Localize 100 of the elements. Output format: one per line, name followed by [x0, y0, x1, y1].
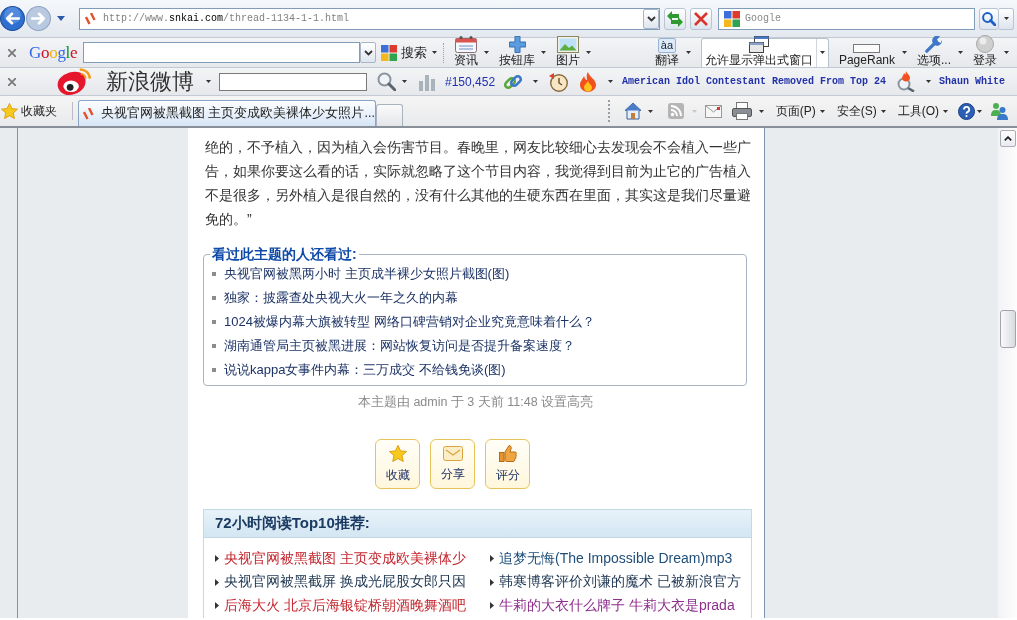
related-link[interactable]: 独家：披露查处央视大火一年之久的内幕	[224, 289, 458, 307]
caret-icon[interactable]	[977, 109, 982, 113]
caret-icon[interactable]	[402, 80, 407, 83]
search-icon[interactable]	[377, 72, 396, 91]
toolbar-button[interactable]: àa 翻译	[654, 38, 679, 67]
top10-link[interactable]: 追梦无悔(The Impossible Dream)mp3	[499, 549, 733, 568]
caret-icon[interactable]	[685, 51, 691, 54]
square-bullet-icon	[212, 368, 216, 372]
caret-icon[interactable]	[958, 51, 963, 54]
square-bullet-icon	[212, 296, 216, 300]
chevron-down-icon	[646, 15, 656, 22]
caret-icon[interactable]	[647, 109, 653, 113]
translate-icon: àa	[657, 38, 677, 53]
related-link[interactable]: 央视官网被黑两小时 主页成半裸少女照片截图(图)	[224, 265, 510, 283]
search-field[interactable]	[83, 42, 361, 63]
caret-icon[interactable]	[541, 51, 547, 54]
address-field[interactable]: http://www.snkai.com/thread-1134-1-1.html	[79, 7, 660, 30]
refresh-button[interactable]	[664, 7, 686, 30]
caret-icon[interactable]	[608, 80, 614, 83]
caret-icon	[1003, 17, 1009, 20]
menu-button[interactable]: 安全(S)	[836, 102, 886, 120]
thumbs-up-icon	[498, 444, 517, 462]
eye-logo-icon	[56, 68, 92, 95]
count-link[interactable]: #150,452	[445, 74, 496, 89]
printer-icon[interactable]	[731, 102, 752, 120]
toolbar-button[interactable]: 登录	[973, 38, 997, 67]
related-link[interactable]: 1024被爆内幕大旗被转型 网络口碑营销对企业究竟意味着什么？	[224, 313, 595, 331]
toolbar-button[interactable]: 按钮库	[499, 38, 536, 67]
close-icon[interactable]	[8, 77, 16, 86]
envelope-icon[interactable]	[704, 104, 722, 118]
clock-icon[interactable]	[548, 71, 569, 92]
slash-marks-icon	[83, 107, 95, 120]
caret-icon[interactable]	[943, 109, 948, 113]
related-link[interactable]: 湖南通管局主页被黑进展：网站恢复访问是否提升备案速度？	[224, 337, 575, 355]
refresh-icon	[667, 10, 683, 27]
toolbar-button[interactable]: PageRank	[838, 38, 895, 67]
top10-link[interactable]: 牛莉的大衣什么牌子 牛莉大衣是prada	[499, 596, 735, 615]
menu-button[interactable]: 工具(O)	[897, 102, 948, 120]
toolbar-button[interactable]: 资讯	[454, 38, 479, 67]
figures-icon[interactable]	[990, 102, 1008, 120]
plus-icon	[508, 36, 526, 53]
caret-icon[interactable]	[819, 51, 825, 54]
caret-icon[interactable]	[57, 16, 65, 21]
square-bullet-icon	[212, 272, 216, 276]
stop-button[interactable]	[690, 7, 712, 30]
star-icon	[1, 103, 18, 119]
caret-icon[interactable]	[880, 109, 886, 113]
caret-icon[interactable]	[926, 80, 932, 83]
help-icon[interactable]	[958, 102, 975, 120]
chevron-up-icon	[1003, 136, 1012, 141]
blocks-icon	[381, 44, 398, 61]
flame-icon[interactable]	[580, 71, 597, 92]
caret-icon[interactable]	[1004, 51, 1009, 54]
top10-link[interactable]: 韩寒博客评价刘谦的魔术 已被新浪官方	[499, 573, 741, 592]
flame-search-icon[interactable]	[896, 71, 917, 92]
toolbar-button[interactable]: 选项...	[917, 38, 951, 67]
caret-icon[interactable]	[206, 80, 211, 83]
dropdown-button[interactable]	[643, 8, 659, 29]
toolbar-button[interactable]: 图片	[556, 38, 581, 67]
top10-link[interactable]: 后海大火 北京后海银锭桥朝酒晚舞酒吧	[224, 596, 466, 615]
search-button[interactable]	[979, 7, 999, 30]
triangle-bullet-icon	[215, 602, 219, 610]
triangle-bullet-icon	[490, 555, 494, 563]
toolbar-button[interactable]: 允许显示弹出式窗口	[700, 38, 829, 67]
search-icon	[982, 11, 996, 26]
search-button[interactable]: 搜索	[381, 43, 428, 62]
related-link[interactable]: 说说kappa女事件内幕：三万成交 不给钱免谈(图)	[224, 361, 506, 379]
rate-button[interactable]: 评分	[485, 439, 530, 489]
search-field[interactable]: Google	[718, 7, 975, 30]
scroll-up-button[interactable]	[999, 130, 1016, 147]
dropdown-button[interactable]	[360, 42, 377, 63]
headline-link[interactable]: American Idol Contestant Removed From Top 24	[622, 76, 887, 87]
caret-icon[interactable]	[533, 80, 539, 83]
trend-link[interactable]: Shaun White	[939, 76, 1006, 87]
search-field[interactable]	[219, 72, 367, 91]
caret-icon[interactable]	[586, 51, 592, 54]
top10-link[interactable]: 央视官网被黑截屏 换成光屁股女郎只因	[224, 573, 466, 592]
browser-tab[interactable]: 央视官网被黑截图 主页变成欧美裸体少女照片...	[78, 100, 376, 126]
caret-icon[interactable]	[819, 109, 825, 113]
panel-title: 72小时阅读Top10推荐:	[215, 514, 370, 533]
logo-text: 新浪微博	[106, 68, 194, 95]
scrollbar-thumb[interactable]	[999, 310, 1016, 348]
caret-icon[interactable]	[758, 109, 764, 113]
square-bullet-icon	[212, 344, 216, 348]
bar-outline-icon	[853, 44, 881, 53]
share-button[interactable]: 分享	[430, 439, 475, 489]
calendar-icon	[455, 36, 478, 53]
caret-icon[interactable]	[484, 51, 490, 54]
star-icon	[388, 444, 407, 462]
caret-icon[interactable]	[902, 51, 907, 54]
caret-icon[interactable]	[432, 51, 438, 54]
close-icon[interactable]	[8, 48, 16, 57]
triangle-bullet-icon	[215, 555, 219, 563]
home-icon[interactable]	[623, 102, 642, 120]
search-options-button[interactable]	[999, 7, 1014, 30]
favorites-button[interactable]: 收藏夹	[1, 96, 57, 126]
picture-icon	[557, 36, 580, 53]
menu-button[interactable]: 页面(P)	[775, 102, 825, 120]
top10-link[interactable]: 央视官网被黑截图 主页变成欧美裸体少	[224, 549, 466, 568]
favorite-button[interactable]: 收藏	[375, 439, 420, 489]
